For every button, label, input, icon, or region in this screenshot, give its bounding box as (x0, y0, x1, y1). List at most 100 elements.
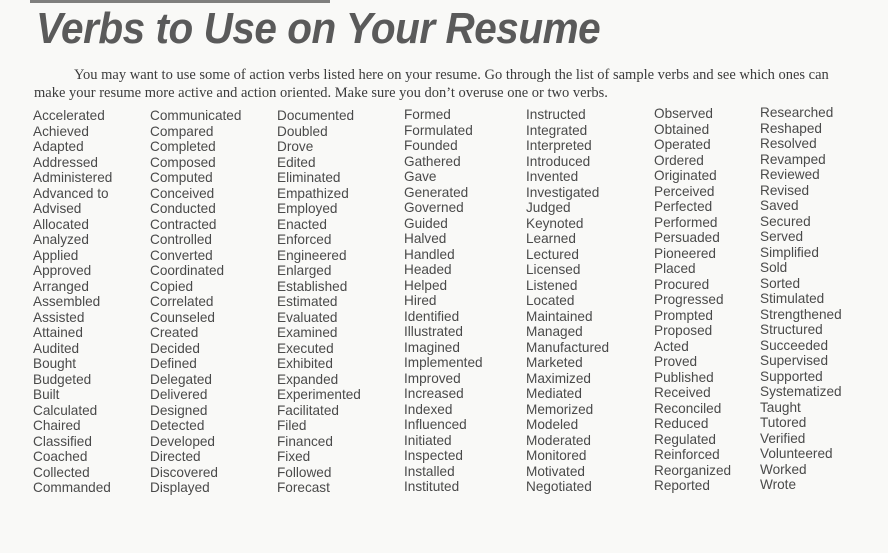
verb-item: Headed (404, 262, 452, 277)
verb-item: Integrated (526, 122, 588, 138)
verb-item: Reduced (654, 416, 709, 431)
verb-item: Calculated (33, 402, 98, 418)
verb-item: Handled (404, 246, 455, 262)
verb-item: Completed (150, 139, 216, 154)
verb-item: Detected (150, 418, 205, 433)
verb-item: Doubled (277, 123, 328, 139)
verb-item: Evaluated (277, 309, 338, 325)
verb-item: Volunteered (760, 446, 833, 461)
verb-item: Conceived (150, 185, 215, 201)
verb-item: Sorted (760, 275, 801, 291)
verb-item: Introduced (526, 153, 591, 169)
verb-item: Regulated (654, 431, 716, 447)
verb-item: Helped (404, 277, 448, 293)
verb-item: Composed (150, 154, 216, 170)
verb-item: Collected (33, 464, 90, 480)
verb-item: Keynoted (526, 215, 584, 231)
verb-item: Addressed (33, 154, 98, 170)
verb-item: Verified (760, 430, 806, 446)
verb-item: Worked (760, 461, 807, 477)
verb-item: Directed (150, 449, 201, 464)
verb-item: Imagined (404, 339, 460, 355)
verb-item: Judged (526, 200, 571, 215)
verb-item: Marketed (526, 355, 583, 370)
verb-item: Drove (277, 139, 314, 154)
verb-item: Simplified (760, 244, 819, 260)
verb-item: Proposed (654, 323, 713, 338)
verb-item: Systematized (760, 384, 842, 399)
verb-item: Commanded (33, 480, 111, 495)
verb-item: Advised (33, 201, 82, 216)
verb-item: Researched (760, 105, 834, 120)
verb-item: Modeled (526, 417, 579, 432)
verb-item: Progressed (654, 292, 724, 307)
verb-item: Developed (150, 433, 215, 449)
verb-item: Delegated (150, 371, 212, 387)
top-rule (30, 0, 330, 3)
verb-item: Perfected (654, 199, 713, 214)
verb-item: Procured (654, 276, 710, 292)
verb-item: Fixed (277, 449, 311, 464)
verb-item: Stimulated (760, 291, 825, 306)
intro-paragraph: You may want to use some of action verbs… (34, 67, 829, 101)
verb-item: Obtained (654, 121, 710, 137)
verb-item: Investigated (526, 184, 600, 200)
verb-item: Succeeded (760, 337, 829, 353)
verb-item: Strengthened (760, 306, 842, 322)
verb-item: Converted (150, 247, 213, 263)
page-title: Verbs to Use on Your Resume (36, 4, 601, 53)
verb-item: Installed (404, 463, 455, 479)
verb-item: Learned (526, 231, 576, 246)
verb-item: Chaired (33, 418, 81, 433)
verb-item: Proved (654, 354, 698, 369)
verb-item: Exhibited (277, 356, 333, 371)
verb-item: Empathized (277, 185, 349, 201)
verb-item: Reviewed (760, 167, 820, 182)
verb-item: Forecast (277, 480, 330, 495)
verb-item: Communicated (150, 108, 242, 123)
verb-item: Employed (277, 201, 338, 216)
verb-item: Instituted (404, 479, 460, 494)
verb-item: Approved (33, 263, 92, 278)
verb-item: Identified (404, 308, 460, 324)
verb-item: Assembled (33, 294, 101, 309)
verb-item: Experimented (277, 387, 361, 402)
verb-item: Correlated (150, 294, 214, 309)
verb-item: Prompted (654, 307, 713, 323)
verb-item: Moderated (526, 432, 591, 448)
verb-column-4: Formed Formulated Founded Gathered Gave Gener… (404, 107, 483, 495)
verb-item: Interpreted (526, 138, 592, 153)
verb-item: Influenced (404, 417, 467, 432)
verb-item: Ordered (654, 152, 704, 168)
verb-item: Persuaded (654, 230, 720, 245)
verb-item: Licensed (526, 262, 581, 277)
verb-item: Increased (404, 386, 464, 401)
verb-item: Arranged (33, 278, 89, 294)
verb-item: Maximized (526, 370, 591, 386)
verb-item: Gave (404, 169, 437, 184)
verb-item: Guided (404, 215, 448, 231)
verb-item: Administered (33, 170, 113, 185)
verb-item: Advanced to (33, 185, 109, 201)
verb-item: Secured (760, 213, 811, 229)
verb-item: Initiated (404, 432, 452, 448)
verb-item: Formed (404, 107, 451, 122)
verb-item: Founded (404, 138, 458, 153)
verb-item: Inspected (404, 448, 463, 463)
verb-column-1: Accelerated Achieved Adapted Addressed Admin… (33, 108, 112, 496)
verb-item: Facilitated (277, 402, 339, 418)
verb-item: Negotiated (526, 479, 592, 494)
verb-item: Resolved (760, 136, 817, 151)
verb-item: Monitored (526, 448, 587, 463)
verb-item: Formulated (404, 122, 473, 138)
verb-column-7: Researched Reshaped Resolved Revamped Review… (760, 105, 842, 493)
verb-item: Wrote (760, 477, 797, 492)
verb-item: Structured (760, 322, 823, 337)
verb-item: Conducted (150, 201, 216, 216)
verb-item: Filed (277, 418, 307, 433)
verb-item: Performed (654, 214, 718, 230)
verb-item: Financed (277, 433, 333, 449)
verb-item: Reinforced (654, 447, 720, 462)
verb-item: Displayed (150, 480, 210, 495)
verb-item: Reorganized (654, 462, 732, 478)
